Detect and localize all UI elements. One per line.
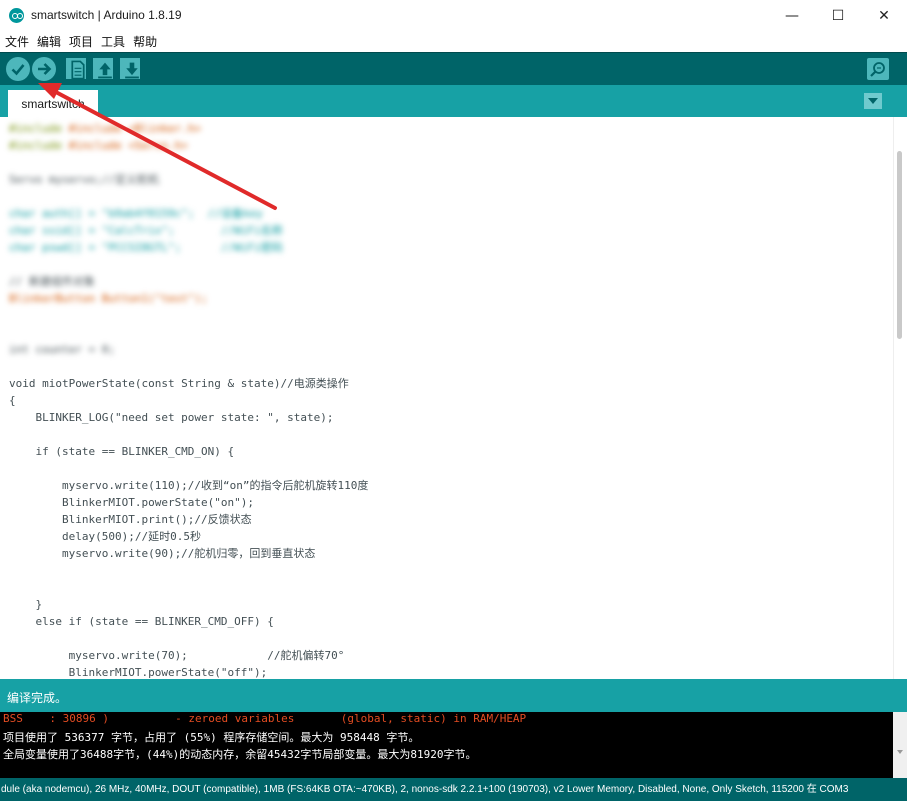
save-button[interactable] xyxy=(120,58,140,79)
editor-scrollbar[interactable] xyxy=(893,117,907,679)
window-title: smartswitch | Arduino 1.8.19 xyxy=(31,8,182,22)
code-line: myservo.write(70); //舵机偏转70° xyxy=(9,649,345,662)
code-editor[interactable]: #include #include <Blinker.h> #include #… xyxy=(0,117,893,679)
verify-button[interactable] xyxy=(6,57,30,81)
toolbar xyxy=(0,52,907,85)
verify-icon xyxy=(11,64,25,76)
code-line-blurred: char auth[] = "b9ab4f0159c"; //设备key xyxy=(9,207,263,220)
code-line: BlinkerMIOT.print();//反馈状态 xyxy=(9,513,252,526)
code-line: myservo.write(90);//舵机归零，回到垂直状态 xyxy=(9,547,316,560)
new-sketch-button[interactable] xyxy=(66,58,86,80)
tab-menu-chevron-icon[interactable] xyxy=(864,93,882,109)
console-output: BSS : 30896 ) - zeroed variables (global… xyxy=(0,712,893,778)
code-line: } xyxy=(9,598,43,611)
upload-button[interactable] xyxy=(32,57,56,81)
code-line: BLINKER_LOG("need set power state: ", st… xyxy=(9,411,334,424)
serial-monitor-button[interactable] xyxy=(867,58,889,80)
open-button[interactable] xyxy=(93,58,113,79)
menu-bar: 文件 编辑 项目 工具 帮助 xyxy=(0,31,907,52)
code-line-blurred: // 新建组件对象 xyxy=(9,275,95,288)
code-line: BlinkerMIOT.powerState("on"); xyxy=(9,496,255,509)
title-bar: smartswitch | Arduino 1.8.19 — ☐ ✕ xyxy=(0,0,907,31)
code-line: BlinkerMIOT.powerState("off"); xyxy=(9,666,268,679)
code-line-blurred: BlinkerButton Button1("test"); xyxy=(9,292,208,305)
console-line: 项目使用了 536377 字节，占用了 (55%) 程序存储空间。最大为 958… xyxy=(3,731,420,744)
tab-bar: smartswitch xyxy=(0,85,907,117)
code-line-blurred: #include #include <Blinker.h> xyxy=(9,122,202,135)
menu-help[interactable]: 帮助 xyxy=(133,33,157,50)
code-line: void miotPowerState(const String & state… xyxy=(9,377,349,390)
board-info-bar: dule (aka nodemcu), 26 MHz, 40MHz, DOUT … xyxy=(0,778,907,801)
status-message: 编译完成。 xyxy=(0,684,907,712)
console-line: 全局变量使用了36488字节，(44%)的动态内存，余留45432字节局部变量。… xyxy=(3,748,477,761)
arduino-logo-icon xyxy=(9,8,24,23)
code-line: delay(500);//延时0.5秒 xyxy=(9,530,201,543)
menu-edit[interactable]: 编辑 xyxy=(37,33,61,50)
minimize-button[interactable]: — xyxy=(769,0,815,31)
code-line-blurred: #include #include <Servo.h> xyxy=(9,139,188,152)
close-button[interactable]: ✕ xyxy=(861,0,907,31)
menu-file[interactable]: 文件 xyxy=(5,33,29,50)
save-icon xyxy=(125,62,139,79)
editor-scrollbar-thumb[interactable] xyxy=(897,151,902,339)
open-icon xyxy=(98,62,112,79)
code-line: else if (state == BLINKER_CMD_OFF) { xyxy=(9,615,274,628)
tab-smartswitch[interactable]: smartswitch xyxy=(8,90,98,117)
menu-tools[interactable]: 工具 xyxy=(101,33,125,50)
menu-sketch[interactable]: 项目 xyxy=(69,33,93,50)
code-line: myservo.write(110);//收到“on”的指令后舵机旋转110度 xyxy=(9,479,369,492)
code-line-blurred: char pswd[] = "PCCSI8GTL"; //WiFi密码 xyxy=(9,241,283,254)
serial-monitor-icon xyxy=(870,62,885,77)
code-line: { xyxy=(9,394,16,407)
new-icon xyxy=(71,60,85,80)
code-line-blurred: Servo myservo;//定义舵机 xyxy=(9,173,159,186)
maximize-button[interactable]: ☐ xyxy=(815,0,861,31)
code-line-blurred: int counter = 0; xyxy=(9,343,115,356)
console-scrollbar[interactable] xyxy=(893,712,907,778)
code-line: if (state == BLINKER_CMD_ON) { xyxy=(9,445,235,458)
code-line-blurred: char ssid[] = "CalcTrix"; //WiFi名称 xyxy=(9,224,283,237)
upload-icon xyxy=(38,63,52,75)
console-line: BSS : 30896 ) - zeroed variables (global… xyxy=(3,712,527,725)
